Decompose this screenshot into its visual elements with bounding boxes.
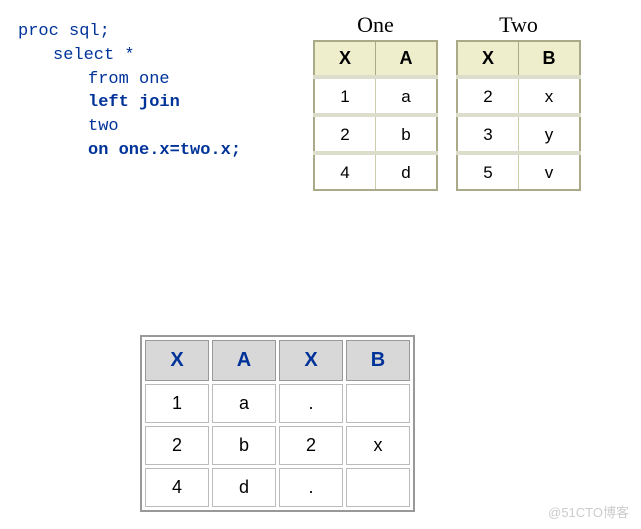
col-header: X [457, 41, 519, 77]
cell: d [376, 153, 438, 190]
cell: d [212, 468, 276, 507]
cell: b [376, 115, 438, 153]
cell: 2 [145, 426, 209, 465]
table-row: 5v [457, 153, 580, 190]
cell: x [346, 426, 410, 465]
cell [346, 384, 410, 423]
col-header: A [212, 340, 276, 381]
table-two: X B 2x 3y 5v [456, 40, 581, 191]
cell: 2 [279, 426, 343, 465]
code-line: from one [18, 68, 241, 92]
table-row: 4d [314, 153, 437, 190]
table-row: 4 d . [145, 468, 410, 507]
col-header: A [376, 41, 438, 77]
table-one: X A 1a 2b 4d [313, 40, 438, 191]
col-header: X [314, 41, 376, 77]
col-header: B [519, 41, 581, 77]
cell: 2 [314, 115, 376, 153]
col-header: B [346, 340, 410, 381]
cell: 4 [145, 468, 209, 507]
col-header: X [279, 340, 343, 381]
code-line: left join [18, 91, 241, 115]
col-header: X [145, 340, 209, 381]
cell: v [519, 153, 581, 190]
table-row: 2b [314, 115, 437, 153]
watermark-text: @51CTO博客 [548, 502, 629, 521]
cell: 3 [457, 115, 519, 153]
table-two-title: Two [456, 12, 581, 38]
table-one-group: One X A 1a 2b 4d [313, 12, 438, 191]
code-line: two [18, 115, 241, 139]
input-tables-container: One X A 1a 2b 4d Two X B 2x 3y 5v [313, 12, 581, 191]
cell: a [376, 77, 438, 115]
cell: . [279, 384, 343, 423]
table-row: X A X B [145, 340, 410, 381]
table-two-group: Two X B 2x 3y 5v [456, 12, 581, 191]
cell: y [519, 115, 581, 153]
sql-code-block: proc sql; select * from one left join tw… [18, 20, 241, 163]
cell: 5 [457, 153, 519, 190]
cell: 1 [314, 77, 376, 115]
result-table-wrapper: X A X B 1 a . 2 b 2 x 4 d . [140, 335, 415, 512]
table-row: 2 b 2 x [145, 426, 410, 465]
result-table: X A X B 1 a . 2 b 2 x 4 d . [140, 335, 415, 512]
cell: 4 [314, 153, 376, 190]
cell: a [212, 384, 276, 423]
table-row: 3y [457, 115, 580, 153]
code-line: on one.x=two.x; [18, 139, 241, 163]
cell: 1 [145, 384, 209, 423]
table-row: 1 a . [145, 384, 410, 423]
cell: b [212, 426, 276, 465]
code-line: select * [18, 44, 241, 68]
code-line: proc sql; [18, 20, 241, 44]
table-row: 1a [314, 77, 437, 115]
cell: x [519, 77, 581, 115]
table-one-title: One [313, 12, 438, 38]
cell: . [279, 468, 343, 507]
cell [346, 468, 410, 507]
table-row: X A [314, 41, 437, 77]
table-row: 2x [457, 77, 580, 115]
table-row: X B [457, 41, 580, 77]
cell: 2 [457, 77, 519, 115]
